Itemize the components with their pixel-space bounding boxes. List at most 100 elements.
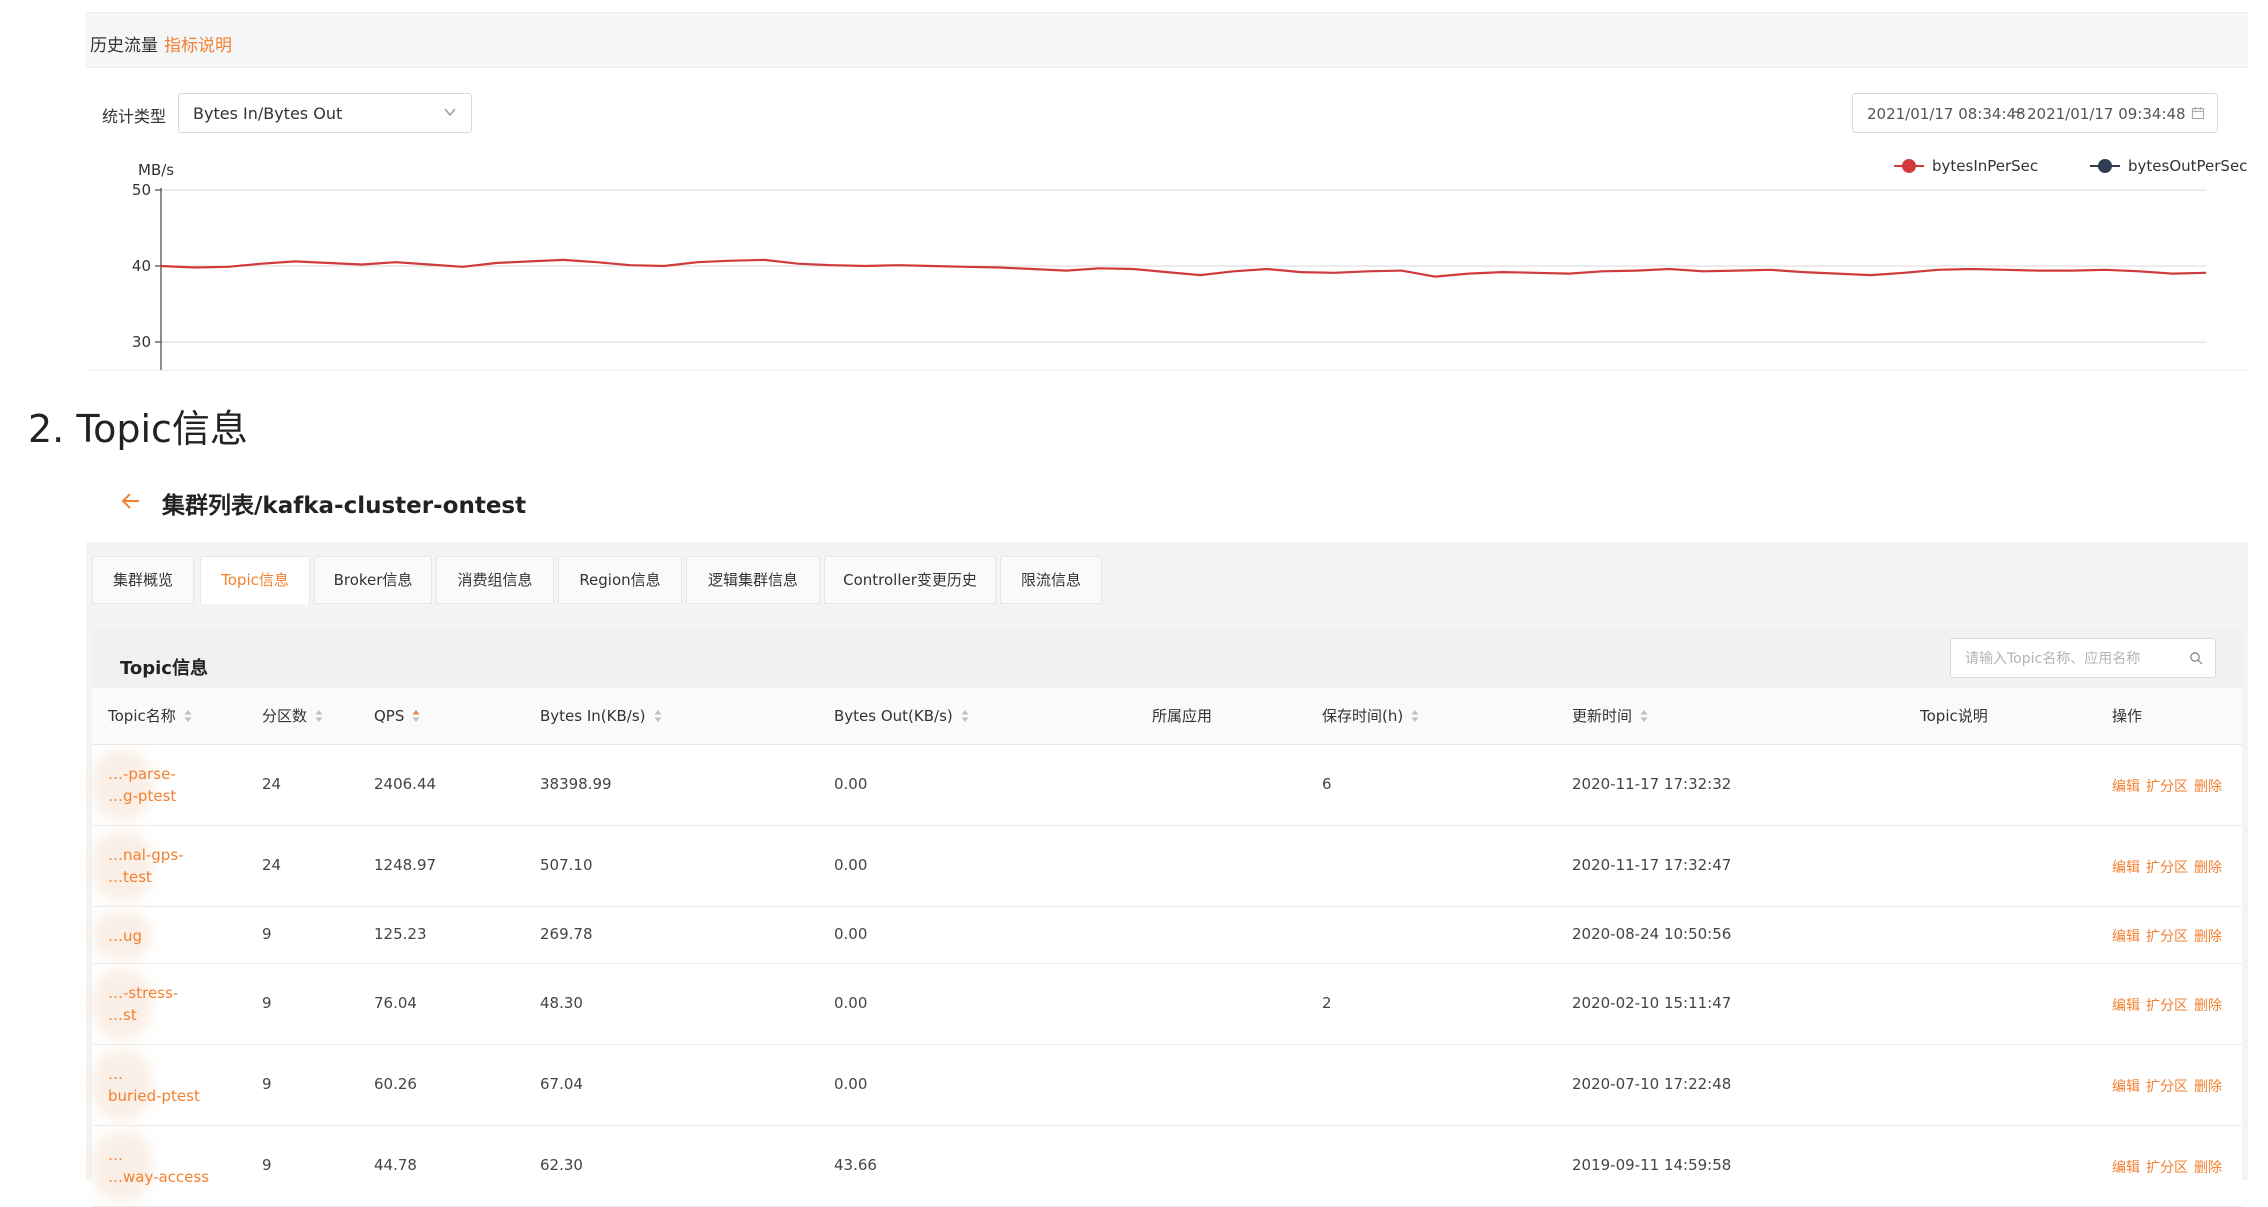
sort-asc-active-icon[interactable] — [412, 709, 420, 723]
topic-name-line-1: … — [108, 1065, 123, 1083]
bytes-out-cell: 0.00 — [834, 1075, 868, 1093]
topic-name-line-2: …st — [108, 1006, 137, 1024]
edit-button[interactable]: 编辑 — [2112, 998, 2140, 1014]
tab-cluster-overview[interactable]: 集群概览 — [92, 556, 194, 604]
col-updated-time[interactable]: 更新时间 — [1572, 688, 1648, 744]
sort-icon[interactable] — [1411, 709, 1419, 723]
series-line-bytesInPerSec — [160, 258, 2207, 278]
tab-throttle-info[interactable]: 限流信息 — [1000, 556, 1102, 604]
topic-name-line-1: …-parse- — [108, 765, 176, 783]
delete-button[interactable]: 删除 — [2194, 1160, 2222, 1176]
updated-time-cell: 2019-09-11 14:59:58 — [1572, 1156, 1732, 1174]
col-topic-description: Topic说明 — [1920, 707, 1988, 725]
updated-time-cell: 2020-11-17 17:32:47 — [1572, 856, 1732, 874]
y-axis-label: MB/s — [138, 161, 174, 179]
tab-logical-cluster-info[interactable]: 逻辑集群信息 — [686, 556, 820, 604]
topic-name-link[interactable]: …-parse- …g-ptest — [108, 763, 238, 807]
edit-button[interactable]: 编辑 — [2112, 1079, 2140, 1095]
bytes-in-cell: 507.10 — [540, 856, 593, 874]
table-body: …-parse- …g-ptest 24 2406.44 38398.99 0.00 6 20… — [92, 745, 2242, 1207]
topic-name-line-2: …way-access — [108, 1168, 210, 1186]
breadcrumb[interactable]: 集群列表/kafka-cluster-ontest — [162, 486, 526, 520]
partitions-cell: 24 — [262, 856, 282, 874]
legend-label-bytesInPerSec: bytesInPerSec — [1932, 157, 2038, 175]
topic-name-link[interactable]: …ug — [108, 925, 238, 947]
updated-time-cell: 2020-02-10 15:11:47 — [1572, 994, 1732, 1012]
expand-partitions-button[interactable]: 扩分区 — [2146, 779, 2188, 795]
stat-type-label: 统计类型 — [102, 107, 167, 126]
date-range-start: 2021/01/17 08:34:48 — [1867, 105, 2026, 123]
delete-button[interactable]: 删除 — [2194, 998, 2222, 1014]
row-operations: 编辑 扩分区 删除 — [2112, 926, 2222, 946]
bytes-out-cell: 0.00 — [834, 856, 868, 874]
table-row: …ug 9 125.23 269.78 0.00 2020-08-24 10:50:56 编… — [92, 907, 2242, 964]
bytes-in-cell: 269.78 — [540, 925, 593, 943]
tab-topic-info[interactable]: Topic信息 — [200, 556, 310, 604]
sort-icon[interactable] — [315, 709, 323, 723]
expand-partitions-button[interactable]: 扩分区 — [2146, 1160, 2188, 1176]
col-retention[interactable]: 保存时间(h) — [1322, 688, 1419, 744]
legend-label-bytesOutPerSec: bytesOutPerSec — [2128, 157, 2247, 175]
topic-name-link[interactable]: …nal-gps- …test — [108, 844, 238, 888]
edit-button[interactable]: 编辑 — [2112, 929, 2140, 945]
qps-cell: 60.26 — [374, 1075, 417, 1093]
topic-search-input[interactable] — [1951, 639, 2197, 679]
arrow-left-icon[interactable] — [120, 490, 142, 512]
expand-partitions-button[interactable]: 扩分区 — [2146, 998, 2188, 1014]
date-range-picker[interactable]: 2021/01/17 08:34:48 ~ 2021/01/17 09:34:4… — [1852, 93, 2218, 133]
expand-partitions-button[interactable]: 扩分区 — [2146, 929, 2188, 945]
stat-type-select-value: Bytes In/Bytes Out — [193, 104, 343, 123]
topic-name-link[interactable]: … buried-ptest — [108, 1063, 238, 1107]
topic-name-link[interactable]: …-stress- …st — [108, 982, 238, 1026]
topic-name-link[interactable]: … …way-access — [108, 1144, 238, 1188]
stat-type-select[interactable]: Bytes In/Bytes Out — [178, 93, 472, 133]
sort-icon[interactable] — [961, 709, 969, 723]
legend-item-bytesInPerSec[interactable]: bytesInPerSec — [1894, 157, 2038, 175]
sort-icon[interactable] — [1640, 709, 1648, 723]
updated-time-cell: 2020-11-17 17:32:32 — [1572, 775, 1732, 793]
row-operations: 编辑 扩分区 删除 — [2112, 776, 2222, 796]
sort-icon[interactable] — [184, 709, 192, 723]
topic-info-panel: 集群列表/kafka-cluster-ontest 集群概览 Topic信息 B… — [86, 460, 2248, 1207]
col-topic-name[interactable]: Topic名称 — [108, 688, 192, 744]
partitions-cell: 24 — [262, 775, 282, 793]
bytes-out-cell: 0.00 — [834, 994, 868, 1012]
tab-region-info[interactable]: Region信息 — [558, 556, 682, 604]
col-partitions[interactable]: 分区数 — [262, 688, 323, 744]
col-bytes-out[interactable]: Bytes Out(KB/s) — [834, 688, 969, 744]
table-header: Topic名称 分区数 QPS Bytes In(KB/s) Bytes Out… — [92, 688, 2242, 745]
row-operations: 编辑 扩分区 删除 — [2112, 1157, 2222, 1177]
bytes-in-cell: 48.30 — [540, 994, 583, 1012]
delete-button[interactable]: 删除 — [2194, 779, 2222, 795]
metric-description-link[interactable]: 指标说明 — [164, 31, 232, 56]
qps-cell: 1248.97 — [374, 856, 437, 874]
expand-partitions-button[interactable]: 扩分区 — [2146, 1079, 2188, 1095]
row-operations: 编辑 扩分区 删除 — [2112, 1076, 2222, 1096]
delete-button[interactable]: 删除 — [2194, 1079, 2222, 1095]
col-qps[interactable]: QPS — [374, 688, 420, 744]
edit-button[interactable]: 编辑 — [2112, 779, 2140, 795]
tab-consumer-group-info[interactable]: 消费组信息 — [436, 556, 554, 604]
date-range-separator: ~ — [2011, 103, 2024, 121]
sort-icon[interactable] — [654, 709, 662, 723]
updated-time-cell: 2020-07-10 17:22:48 — [1572, 1075, 1732, 1093]
legend-item-bytesOutPerSec[interactable]: bytesOutPerSec — [2090, 157, 2247, 175]
y-tick-label: 50 — [132, 181, 151, 199]
partitions-cell: 9 — [262, 1156, 272, 1174]
edit-button[interactable]: 编辑 — [2112, 1160, 2140, 1176]
edit-button[interactable]: 编辑 — [2112, 860, 2140, 876]
delete-button[interactable]: 删除 — [2194, 860, 2222, 876]
bytes-in-cell: 62.30 — [540, 1156, 583, 1174]
delete-button[interactable]: 删除 — [2194, 929, 2222, 945]
col-bytes-in[interactable]: Bytes In(KB/s) — [540, 688, 662, 744]
updated-time-cell: 2020-08-24 10:50:56 — [1572, 925, 1732, 943]
expand-partitions-button[interactable]: 扩分区 — [2146, 860, 2188, 876]
table-row: …-parse- …g-ptest 24 2406.44 38398.99 0.00 6 20… — [92, 745, 2242, 826]
history-traffic-header: 历史流量 指标说明 — [86, 12, 2248, 68]
section-heading: 2. Topic信息 — [28, 407, 248, 451]
history-traffic-panel: 历史流量 指标说明 统计类型 Bytes In/Bytes Out 2021/0… — [86, 0, 2248, 371]
search-icon[interactable] — [2189, 651, 2203, 665]
tab-broker-info[interactable]: Broker信息 — [314, 556, 432, 604]
tab-controller-history[interactable]: Controller变更历史 — [824, 556, 996, 604]
topic-table: Topic名称 分区数 QPS Bytes In(KB/s) Bytes Out… — [92, 688, 2242, 1207]
